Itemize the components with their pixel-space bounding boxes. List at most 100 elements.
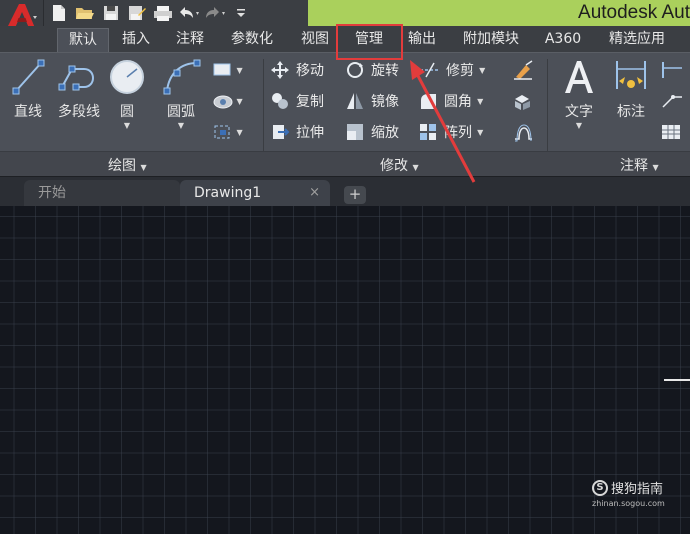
text-label: 文字 [565, 104, 593, 120]
text-button[interactable]: 文字 ▼ [558, 57, 600, 130]
polyline-label: 多段线 [58, 104, 100, 120]
sogou-logo-icon: S [592, 479, 608, 496]
offset-button[interactable] [512, 121, 534, 143]
tab-featured-apps[interactable]: 精选应用 [600, 28, 674, 52]
boundary-dropdown-icon[interactable]: ▼ [234, 128, 243, 137]
circle-dropdown-icon[interactable]: ▼ [107, 121, 147, 130]
trim-button[interactable]: 修剪 ▼ [418, 59, 485, 81]
save-as-icon[interactable] [124, 2, 150, 24]
tab-output[interactable]: 输出 [401, 28, 443, 52]
manage-tab-highlight [336, 24, 403, 60]
fillet-label: 圆角 [444, 94, 472, 110]
trim-icon [420, 62, 438, 78]
open-icon[interactable] [72, 2, 98, 24]
copy-button[interactable]: 复制 [270, 90, 324, 112]
title-bar: Autodesk Aut [0, 0, 690, 32]
new-icon[interactable] [46, 2, 72, 24]
panel-divider [263, 59, 264, 153]
annotation-panel-title[interactable]: 注释 ▼ [620, 155, 659, 175]
drawing-canvas[interactable] [0, 206, 690, 534]
stretch-button[interactable]: 拉伸 [270, 121, 324, 143]
rectangle-button[interactable]: ▼ [212, 59, 243, 81]
offset-icon [515, 124, 532, 142]
tab-annotate[interactable]: 注释 [166, 28, 214, 52]
scale-label: 缩放 [371, 125, 399, 141]
hatch-icon [213, 95, 233, 109]
ribbon-panel-footer: 绘图 ▼ 修改 ▼ 注释 ▼ [0, 151, 690, 177]
start-tab[interactable]: 开始 [24, 180, 180, 207]
fillet-dropdown-icon[interactable]: ▼ [472, 97, 483, 106]
trim-dropdown-icon[interactable]: ▼ [474, 66, 485, 75]
tab-view[interactable]: 视图 [293, 28, 337, 52]
move-icon [271, 61, 289, 79]
copy-label: 复制 [296, 94, 324, 110]
plot-icon[interactable] [150, 2, 176, 24]
erase-icon [514, 60, 533, 80]
tab-default[interactable]: 默认 [57, 28, 109, 52]
rotate-label: 旋转 [371, 63, 399, 79]
new-tab-button[interactable]: + [344, 186, 366, 204]
scale-button[interactable]: 缩放 [345, 121, 399, 143]
leader-button[interactable] [660, 90, 682, 112]
line-icon [12, 59, 45, 95]
polyline-button[interactable]: 多段线 [54, 57, 104, 121]
erase-button[interactable] [512, 59, 534, 81]
modify-panel-title[interactable]: 修改 ▼ [380, 155, 419, 175]
table-button[interactable] [660, 121, 682, 143]
polyline-icon [58, 65, 94, 91]
hatch-button[interactable]: ▼ [212, 90, 243, 112]
drawing1-tab[interactable]: Drawing1 × [180, 180, 330, 207]
move-button[interactable]: 移动 [270, 59, 324, 81]
draw-panel-title[interactable]: 绘图 ▼ [108, 155, 147, 175]
mirror-label: 镜像 [371, 94, 399, 110]
undo-icon[interactable] [176, 2, 202, 24]
rotate-button[interactable]: 旋转 [345, 59, 399, 81]
linear-dimension-icon [662, 62, 682, 78]
fillet-button[interactable]: 圆角 ▼ [418, 90, 483, 112]
rectangle-dropdown-icon[interactable]: ▼ [234, 66, 243, 75]
hatch-dropdown-icon[interactable]: ▼ [234, 97, 243, 106]
customize-dropdown-icon[interactable] [228, 2, 254, 24]
mirror-button[interactable]: 镜像 [345, 90, 399, 112]
watermark-name: 搜狗指南 [611, 482, 664, 497]
copy-icon [272, 93, 288, 109]
boundary-button[interactable]: ▼ [212, 121, 243, 143]
tab-addins[interactable]: 附加模块 [454, 28, 528, 52]
explode-icon [515, 95, 530, 110]
stretch-label: 拉伸 [296, 125, 324, 141]
scale-icon [347, 124, 363, 140]
dimension-button[interactable]: 标注 [610, 57, 652, 121]
tab-parametric[interactable]: 参数化 [222, 28, 282, 52]
circle-label: 圆 [120, 104, 134, 120]
linear-dim-button[interactable] [660, 59, 682, 81]
trim-label: 修剪 [446, 63, 474, 79]
explode-button[interactable] [512, 90, 534, 112]
save-icon[interactable] [98, 2, 124, 24]
ribbon-panel: 直线 多段线 圆 ▼ 圆弧 ▼ ▼ ▼ ▼ 移动 旋转 修剪 ▼ 复制 镜像 圆… [0, 52, 690, 177]
drawing1-tab-label: Drawing1 [194, 185, 262, 201]
array-button[interactable]: 阵列 ▼ [418, 121, 483, 143]
close-icon[interactable]: × [309, 180, 320, 206]
table-icon [662, 125, 680, 139]
title-area: Autodesk Aut [308, 0, 690, 26]
mirror-icon [347, 93, 363, 109]
panel-divider [547, 59, 548, 153]
arc-button[interactable]: 圆弧 ▼ [158, 57, 204, 130]
circle-button[interactable]: 圆 ▼ [107, 57, 147, 130]
redo-icon[interactable] [202, 2, 228, 24]
rectangle-icon [213, 63, 231, 76]
leader-icon [662, 95, 682, 108]
dimension-label: 标注 [617, 104, 645, 120]
tab-a360[interactable]: A360 [538, 28, 588, 52]
tab-insert[interactable]: 插入 [113, 28, 159, 52]
line-label: 直线 [14, 104, 42, 120]
dimension-icon [616, 61, 646, 89]
arc-dropdown-icon[interactable]: ▼ [158, 121, 204, 130]
array-dropdown-icon[interactable]: ▼ [472, 128, 483, 137]
quick-access-toolbar [46, 2, 254, 24]
array-icon [420, 124, 436, 140]
text-icon [565, 61, 593, 93]
text-dropdown-icon[interactable]: ▼ [558, 121, 600, 130]
sogou-watermark: S 搜狗指南 zhinan.sogou.com [592, 478, 665, 508]
line-button[interactable]: 直线 [8, 57, 48, 121]
